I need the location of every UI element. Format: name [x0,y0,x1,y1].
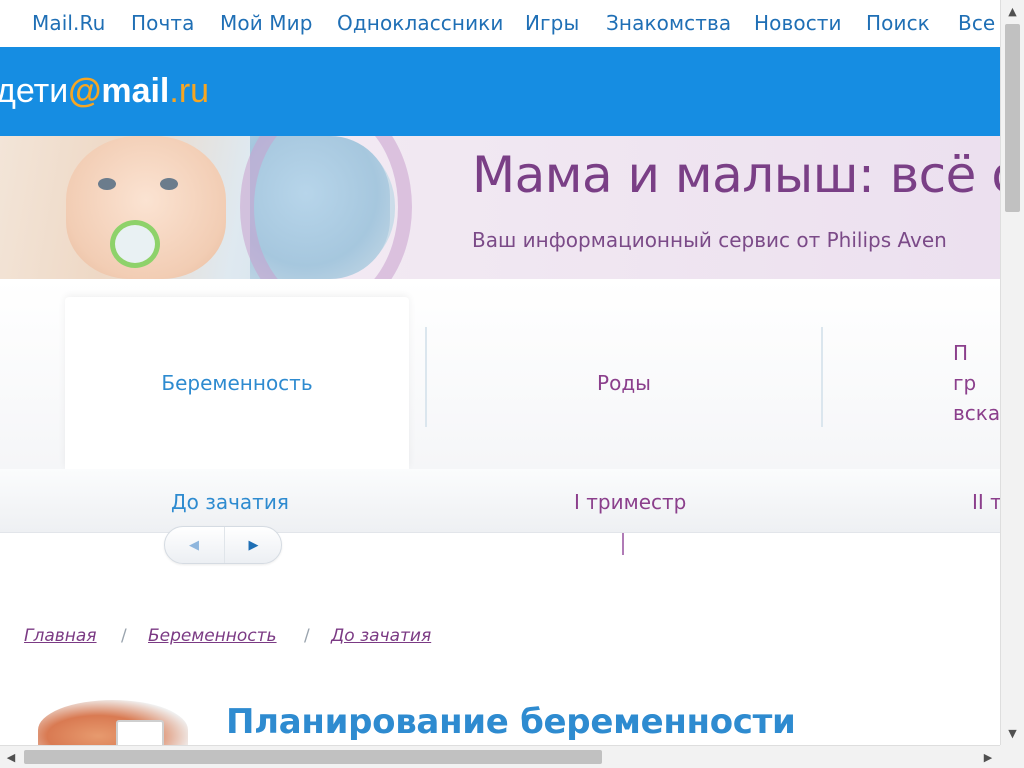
site-logo[interactable]: дети@mail.ru [0,72,209,111]
vertical-scroll-thumb[interactable] [1005,24,1020,212]
logo-mail: mail [101,72,170,110]
breadcrumb-separator: / [304,626,310,646]
pacifier-image [110,220,160,268]
logo-at: @ [68,72,102,110]
caret-left-icon: ◀ [6,750,16,764]
scroll-up-button[interactable]: ▲ [1001,0,1024,22]
breadcrumb-pregnancy[interactable]: Беременность [148,626,277,646]
nav-link-moy-mir[interactable]: Мой Мир [220,11,313,35]
page-viewport: Mail.Ru Почта Мой Мир Одноклассники Игры… [0,0,1000,745]
caret-right-icon: ▶ [983,750,993,764]
period-pager: ◀ ▶ [164,526,282,564]
pager-prev-button[interactable]: ◀ [165,527,223,563]
portal-nav: Mail.Ru Почта Мой Мир Одноклассники Игры… [0,0,1000,47]
banner-title: Мама и малыш: всё о [472,146,1000,204]
tab-pregnancy[interactable]: Беременность [65,297,409,469]
caret-down-icon: ▼ [1008,726,1017,740]
horizontal-scrollbar[interactable]: ◀ ▶ [0,745,1000,768]
nav-link-novosti[interactable]: Новости [754,11,842,35]
nav-link-igry[interactable]: Игры [525,11,579,35]
nav-link-znakomstva[interactable]: Знакомства [606,11,731,35]
baby-eye-right [160,178,178,190]
horizontal-scroll-thumb[interactable] [24,750,602,764]
logo-ru: ru [178,72,210,110]
banner-subtitle: Ваш информационный сервис от Philips Ave… [472,228,947,252]
baby-eye-left [98,178,116,190]
tab-divider [821,327,823,427]
pager-next-button[interactable]: ▶ [224,527,282,563]
article-image[interactable] [38,700,188,745]
period-strip: До зачатия I триместр II т [0,469,1000,533]
breadcrumb-before-conception[interactable]: До зачатия [331,626,431,646]
period-before-conception[interactable]: До зачатия [171,490,289,514]
category-tabs: Беременность Роды П гр вскар [0,279,1000,469]
arrow-left-icon: ◀ [189,537,199,553]
arrow-right-icon: ▶ [248,537,259,553]
nav-link-pochta[interactable]: Почта [131,11,195,35]
nav-link-mailru[interactable]: Mail.Ru [32,11,105,35]
article-title[interactable]: Планирование беременности [226,702,796,742]
article-image-card [116,720,164,745]
scroll-down-button[interactable]: ▼ [1001,722,1024,744]
tab-feeding[interactable]: П гр вскар [835,297,1000,469]
tab-births[interactable]: Роды [425,297,823,469]
breadcrumb-separator: / [121,626,127,646]
promo-banner[interactable]: Мама и малыш: всё о Ваш информационный с… [0,136,1000,279]
nav-link-odnoklassniki[interactable]: Одноклассники [337,11,503,35]
period-marker [622,533,624,555]
scroll-left-button[interactable]: ◀ [0,746,22,768]
logo-prefix: дети [0,72,69,110]
nav-link-vse[interactable]: Все [958,11,995,35]
site-header: дети@mail.ru [0,47,1000,136]
period-trimester-1[interactable]: I триместр [574,490,686,514]
scrollbar-corner [1000,745,1024,768]
banner-ring-decoration [240,136,412,279]
caret-up-icon: ▲ [1008,4,1017,18]
tab-feeding-label: П гр вскар [953,341,1000,425]
nav-link-poisk[interactable]: Поиск [866,11,930,35]
breadcrumb-home[interactable]: Главная [24,626,97,646]
period-trimester-2[interactable]: II т [972,490,1000,514]
vertical-scrollbar[interactable]: ▲ ▼ [1000,0,1024,745]
logo-dot: . [169,72,179,110]
scroll-right-button[interactable]: ▶ [977,746,999,768]
